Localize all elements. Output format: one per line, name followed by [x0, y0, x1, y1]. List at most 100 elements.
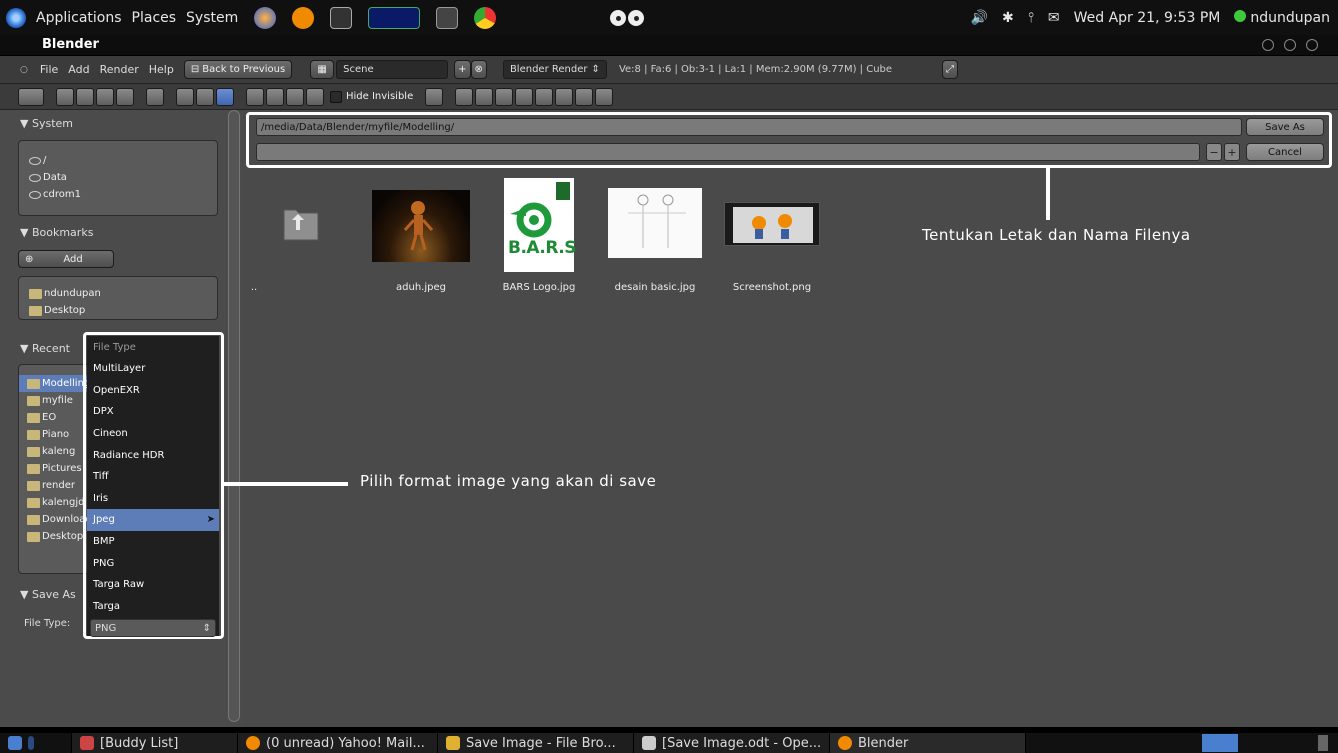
- screenshot-icon[interactable]: [436, 6, 459, 29]
- mail-icon[interactable]: ✉: [1048, 10, 1060, 26]
- fullscreen-icon[interactable]: ⤢: [942, 60, 959, 79]
- gnome-foot-icon[interactable]: [6, 7, 26, 28]
- task-yahoo-mail[interactable]: (0 unread) Yahoo! Mail...: [238, 733, 438, 753]
- blender-launcher-icon[interactable]: [292, 6, 315, 29]
- minimize-icon[interactable]: [1262, 39, 1274, 51]
- file-type-option[interactable]: MultiLayer: [87, 358, 219, 380]
- recent-panel-header[interactable]: ▼ Recent: [20, 342, 70, 355]
- clock[interactable]: Wed Apr 21, 9:53 PM: [1074, 10, 1221, 26]
- file-menu[interactable]: File: [40, 63, 58, 76]
- task-save-image-odt[interactable]: [Save Image.odt - Ope...: [634, 733, 830, 753]
- terminal-icon[interactable]: [330, 6, 353, 29]
- refresh-icon[interactable]: [116, 87, 134, 106]
- show-desktop-button[interactable]: [0, 733, 72, 753]
- file-type-option-label: Jpeg: [93, 514, 115, 526]
- forward-arrow-icon[interactable]: [76, 87, 94, 106]
- filter-sound-icon[interactable]: [575, 87, 594, 106]
- system-item-cdrom[interactable]: cdrom1: [19, 186, 217, 203]
- parent-dir-icon[interactable]: [96, 87, 114, 106]
- scene-name-field[interactable]: Scene: [336, 60, 449, 79]
- firefox-icon[interactable]: [254, 6, 277, 29]
- file-type-option-active[interactable]: Jpeg ➤: [87, 509, 219, 531]
- sort-time-icon[interactable]: [286, 87, 304, 106]
- back-arrow-icon[interactable]: [56, 87, 74, 106]
- filter-folder-icon[interactable]: [455, 87, 474, 106]
- task-buddy-list[interactable]: [Buddy List]: [72, 733, 238, 753]
- scene-icon: ▦: [317, 64, 327, 75]
- updown-icon: ⇕: [591, 64, 600, 75]
- save-as-panel-header[interactable]: ▼ Save As: [20, 588, 76, 601]
- file-type-option[interactable]: PNG: [87, 552, 219, 574]
- system-menu[interactable]: System: [186, 10, 238, 26]
- system-monitor-icon[interactable]: [368, 6, 421, 29]
- scene-delete-button[interactable]: ⊗: [470, 60, 487, 79]
- maximize-icon[interactable]: [1284, 39, 1296, 51]
- network-icon[interactable]: ⫯: [1028, 10, 1034, 26]
- scene-add-button[interactable]: +: [454, 60, 471, 79]
- file-thumbnail-screenshot[interactable]: [724, 202, 820, 246]
- file-type-option[interactable]: DPX: [87, 401, 219, 423]
- file-thumbnail-desain[interactable]: [608, 188, 702, 258]
- sort-size-icon[interactable]: [306, 87, 324, 106]
- file-type-option[interactable]: Targa Raw: [87, 574, 219, 596]
- help-menu[interactable]: Help: [149, 63, 174, 76]
- header-collapse-icon[interactable]: ○: [20, 65, 28, 75]
- filter-blend-icon[interactable]: [475, 87, 494, 106]
- system-panel-header[interactable]: ▼ System: [20, 117, 73, 130]
- detailed-list-icon[interactable]: [196, 87, 214, 106]
- short-list-icon[interactable]: [176, 87, 194, 106]
- filter-image-icon[interactable]: [495, 87, 514, 106]
- bookmarks-panel-header[interactable]: ▼ Bookmarks: [20, 226, 93, 239]
- applications-menu[interactable]: Applications: [36, 10, 122, 26]
- filter-movie-icon[interactable]: [515, 87, 534, 106]
- places-menu[interactable]: Places: [132, 10, 177, 26]
- new-folder-icon[interactable]: [146, 87, 164, 106]
- folder-icon: [29, 305, 42, 316]
- task-save-image-browser[interactable]: Save Image - File Bro...: [438, 733, 634, 753]
- parent-directory-item[interactable]: [282, 204, 320, 242]
- file-thumbnail-aduh[interactable]: [372, 190, 470, 262]
- system-item-root[interactable]: /: [19, 152, 217, 169]
- scene-browse-button[interactable]: ▦: [310, 60, 335, 79]
- hide-invisible-checkbox[interactable]: [330, 90, 342, 103]
- filter-script-icon[interactable]: [535, 87, 554, 106]
- file-type-option[interactable]: Tiff: [87, 466, 219, 488]
- volume-icon[interactable]: 🔊: [971, 10, 988, 26]
- sort-ext-icon[interactable]: [266, 87, 284, 106]
- user-menu[interactable]: ndundupan: [1234, 9, 1330, 26]
- file-type-option[interactable]: Iris: [87, 488, 219, 510]
- file-type-option[interactable]: Cineon: [87, 423, 219, 445]
- file-type-option[interactable]: OpenEXR: [87, 380, 219, 402]
- annotation-line-top: [1046, 168, 1050, 220]
- file-thumbnail-bars[interactable]: B.A.R.S: [504, 178, 576, 272]
- trash-icon[interactable]: [1318, 735, 1328, 751]
- render-engine-select[interactable]: Blender Render ⇕: [502, 60, 607, 79]
- file-type-select[interactable]: PNG ⇕: [90, 619, 216, 638]
- filter-icon[interactable]: [425, 87, 444, 106]
- hide-invisible-toggle[interactable]: Hide Invisible: [330, 90, 413, 103]
- filter-font-icon[interactable]: [555, 87, 574, 106]
- sort-name-icon[interactable]: [246, 87, 264, 106]
- bookmark-item[interactable]: ndundupan: [19, 285, 217, 302]
- add-bookmark-button[interactable]: ⊕ Add: [18, 250, 114, 268]
- parent-directory-label: ..: [250, 282, 258, 293]
- filter-text-icon[interactable]: [595, 87, 614, 106]
- render-menu[interactable]: Render: [100, 63, 139, 76]
- file-type-option[interactable]: BMP: [87, 531, 219, 553]
- recent-title: Recent: [31, 342, 70, 355]
- chrome-icon[interactable]: [474, 6, 497, 29]
- back-to-previous-button[interactable]: ⊟ Back to Previous: [183, 60, 293, 79]
- system-item-data[interactable]: Data: [19, 169, 217, 186]
- thumbnails-icon[interactable]: [216, 87, 234, 106]
- bookmark-item[interactable]: Desktop: [19, 302, 217, 319]
- file-type-option[interactable]: Targa: [87, 596, 219, 618]
- task-blender[interactable]: Blender: [830, 733, 1026, 753]
- bluetooth-icon[interactable]: ✱: [1002, 10, 1014, 26]
- firefox-icon: [246, 736, 260, 750]
- sidebar-scrollbar[interactable]: [228, 110, 240, 722]
- add-menu[interactable]: Add: [68, 63, 89, 76]
- file-type-option[interactable]: Radiance HDR: [87, 444, 219, 466]
- close-icon[interactable]: [1306, 39, 1318, 51]
- editor-type-icon[interactable]: [18, 87, 44, 106]
- tray-blender-icon[interactable]: [1202, 734, 1238, 752]
